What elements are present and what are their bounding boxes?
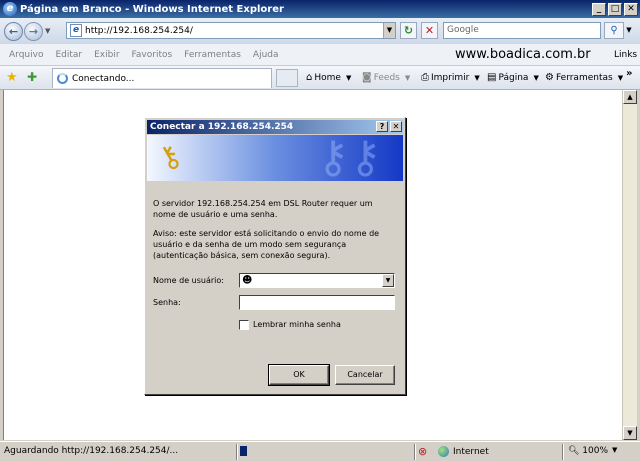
gear-icon: ⚙ — [545, 72, 554, 83]
dialog-warning: Aviso: este servidor está solicitando o … — [153, 229, 380, 260]
security-zone[interactable]: Internet — [438, 446, 489, 457]
globe-icon — [438, 446, 449, 457]
status-separator — [562, 444, 564, 460]
recent-pages-dropdown[interactable]: ▼ — [45, 27, 53, 35]
login-dialog: Conectar a 192.168.254.254 ? ✕ ⚷ ⚷⚷ O se… — [144, 117, 406, 395]
status-separator — [414, 444, 416, 460]
page-icon: e — [70, 24, 82, 37]
new-tab-button[interactable] — [276, 69, 298, 87]
tools-label: Ferramentas — [555, 72, 613, 83]
home-button[interactable]: ⌂ Home ▼ — [306, 72, 351, 83]
menu-exibir[interactable]: Exibir — [94, 50, 119, 60]
loading-icon — [57, 73, 68, 84]
close-button[interactable]: ✕ — [624, 2, 638, 16]
print-icon: ⎙ — [421, 72, 429, 83]
feeds-dropdown[interactable]: ▼ — [405, 74, 410, 82]
dialog-close-button[interactable]: ✕ — [390, 121, 402, 132]
search-input[interactable]: Google — [443, 22, 601, 39]
menu-ferramentas[interactable]: Ferramentas — [184, 50, 241, 60]
address-url[interactable]: http://192.168.254.254/ — [85, 26, 383, 36]
home-dropdown[interactable]: ▼ — [346, 74, 351, 82]
print-label: Imprimir — [431, 72, 470, 83]
search-options-dropdown[interactable]: ▼ — [624, 22, 634, 39]
address-bar[interactable]: e http://192.168.254.254/ ▼ — [66, 22, 396, 39]
remember-password-checkbox[interactable] — [239, 320, 249, 330]
feeds-icon: ◙ — [362, 72, 372, 83]
banner-decoration: ⚷⚷ — [317, 135, 382, 181]
zoom-level[interactable]: 🔍︎ 100% — [568, 446, 608, 456]
progress-bar — [240, 446, 410, 458]
more-commands-chevron-icon[interactable]: » — [626, 68, 632, 79]
stop-button[interactable]: ✕ — [421, 22, 438, 39]
feeds-label: Feeds — [373, 72, 400, 83]
progress-fill — [240, 446, 247, 456]
minimize-button[interactable]: _ — [592, 2, 606, 16]
window-title-bar: e Página em Branco - Windows Internet Ex… — [0, 0, 640, 18]
page-dropdown[interactable]: ▼ — [533, 74, 538, 82]
status-separator — [236, 444, 238, 460]
dialog-title: Conectar a 192.168.254.254 — [147, 120, 403, 134]
menu-arquivo[interactable]: Arquivo — [9, 50, 43, 60]
scroll-down-arrow-icon[interactable]: ▼ — [623, 426, 637, 440]
zone-label: Internet — [453, 446, 489, 457]
menu-ajuda[interactable]: Ajuda — [253, 50, 279, 60]
internet-explorer-icon: e — [3, 2, 17, 16]
cancel-button[interactable]: Cancelar — [335, 365, 395, 385]
home-label: Home — [314, 72, 341, 83]
dialog-message: O servidor 192.168.254.254 em DSL Router… — [153, 199, 373, 219]
zoom-dropdown[interactable]: ▼ — [612, 446, 617, 454]
tools-button[interactable]: ⚙ Ferramentas ▼ — [545, 72, 623, 83]
print-dropdown[interactable]: ▼ — [474, 74, 479, 82]
refresh-button[interactable]: ↻ — [400, 22, 417, 39]
dialog-banner: ⚷ ⚷⚷ — [147, 135, 403, 181]
address-dropdown-button[interactable]: ▼ — [383, 23, 395, 38]
vertical-scrollbar[interactable]: ▲ ▼ — [622, 90, 637, 440]
username-dropdown-button[interactable]: ▼ — [382, 274, 394, 287]
password-label: Senha: — [153, 298, 181, 307]
zoom-label: 100% — [582, 446, 609, 456]
username-field[interactable]: ☻ ▼ — [239, 273, 395, 288]
menu-favoritos[interactable]: Favoritos — [132, 50, 173, 60]
search-icon[interactable]: ⚲ — [604, 22, 624, 39]
password-field[interactable] — [239, 295, 395, 310]
ok-button[interactable]: OK — [268, 364, 330, 386]
feeds-button[interactable]: ◙ Feeds ▼ — [362, 72, 410, 83]
links-toolbar[interactable]: Links — [614, 50, 637, 60]
favorites-star-icon[interactable]: ★ — [6, 70, 18, 85]
username-label: Nome de usuário: — [153, 276, 224, 285]
status-bar: Aguardando http://192.168.254.254/... ⊗ … — [0, 441, 640, 461]
keys-icon: ⚷ — [151, 136, 189, 179]
forward-button[interactable]: → — [24, 21, 43, 41]
tools-dropdown[interactable]: ▼ — [618, 74, 623, 82]
brand-watermark: www.boadica.com.br — [455, 47, 591, 62]
user-icon: ☻ — [242, 275, 253, 286]
tab-conectando[interactable]: Conectando... — [52, 68, 272, 88]
page-button[interactable]: ▤ Página ▼ — [487, 72, 539, 83]
add-favorite-icon[interactable]: ✚ — [27, 70, 37, 84]
menu-bar: Arquivo Editar Exibir Favoritos Ferramen… — [0, 44, 640, 66]
menu-editar[interactable]: Editar — [55, 50, 82, 60]
maximize-button[interactable]: □ — [608, 2, 622, 16]
back-button[interactable]: ← — [4, 21, 23, 41]
blocked-icon[interactable]: ⊗ — [418, 445, 427, 458]
page-label: Página — [498, 72, 529, 83]
scroll-up-arrow-icon[interactable]: ▲ — [623, 90, 637, 104]
remember-password-label[interactable]: Lembrar minha senha — [253, 320, 341, 329]
navigation-bar: ← → ▼ e http://192.168.254.254/ ▼ ↻ ✕ Go… — [0, 18, 640, 44]
window-title: Página em Branco - Windows Internet Expl… — [20, 3, 284, 15]
tab-bar: ★ ✚ Conectando... ⌂ Home ▼ ◙ Feeds ▼ ⎙ Imprim… — [0, 66, 640, 90]
page-menu-icon: ▤ — [487, 72, 497, 83]
home-icon: ⌂ — [306, 72, 313, 83]
status-text: Aguardando http://192.168.254.254/... — [4, 446, 179, 456]
print-button[interactable]: ⎙ Imprimir ▼ — [421, 72, 480, 83]
tab-label: Conectando... — [72, 73, 135, 84]
dialog-help-button[interactable]: ? — [376, 121, 388, 132]
